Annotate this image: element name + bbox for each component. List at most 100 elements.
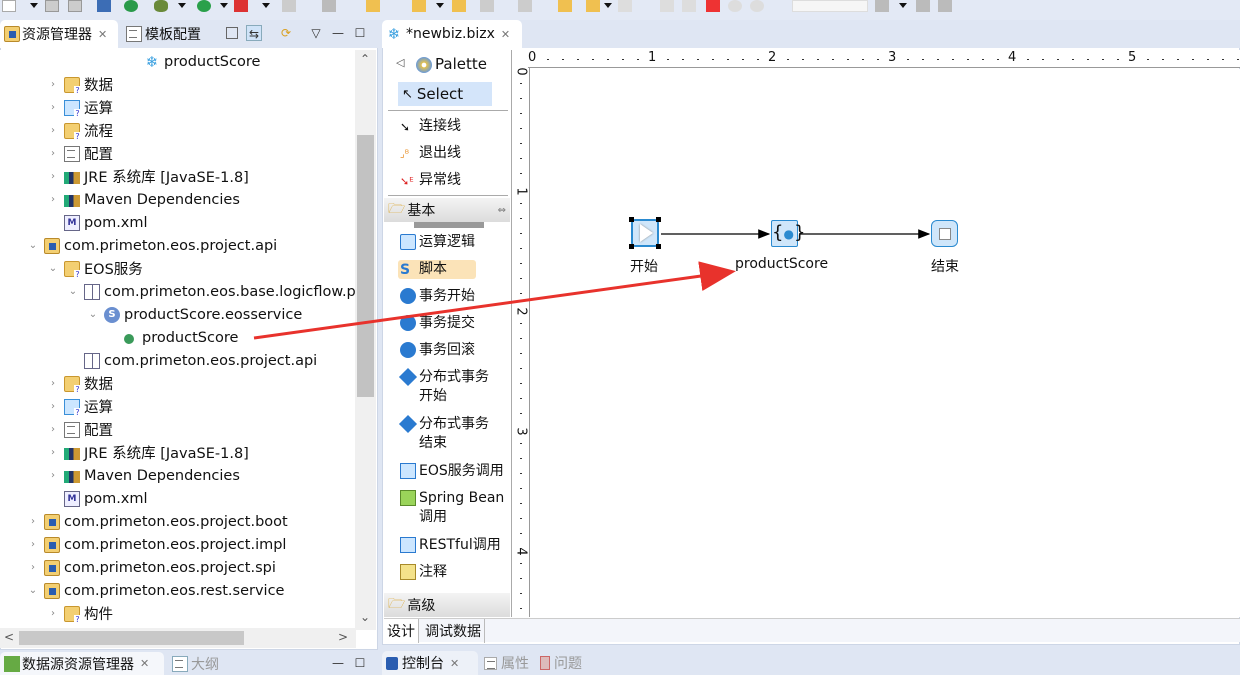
tree-item[interactable]: › 运算	[46, 395, 113, 418]
run-server-icon[interactable]	[124, 0, 138, 12]
maximize-icon[interactable]: ☐	[352, 25, 368, 41]
new-file-icon[interactable]	[2, 0, 16, 12]
tree-item[interactable]: › JRE 系统库 [JavaSE-1.8]	[46, 441, 249, 464]
tree-item[interactable]: › com.primeton.eos.project.spi	[26, 556, 276, 579]
collapse-icon[interactable]: ⌄	[86, 309, 100, 320]
scroll-right-icon[interactable]: >	[338, 630, 348, 644]
drawer-layout-icon[interactable]: ⇔	[498, 205, 506, 216]
palette-item[interactable]: 分布式事务 开始	[398, 367, 489, 406]
palette-item[interactable]: 事务回滚	[400, 341, 475, 360]
open-folder-icon[interactable]	[366, 0, 380, 12]
zoom-combo[interactable]	[792, 0, 868, 12]
tree-item[interactable]: › Maven Dependencies	[46, 464, 240, 487]
scroll-down-icon[interactable]: ⌄	[360, 610, 370, 624]
scroll-left-icon[interactable]: <	[4, 630, 14, 644]
expand-icon[interactable]: ›	[46, 401, 60, 412]
tree-item[interactable]: › com.primeton.eos.project.boot	[26, 510, 288, 533]
tree-item[interactable]: › 运算	[46, 96, 113, 119]
zoom-in-icon[interactable]	[728, 0, 742, 12]
tree-item[interactable]: com.primeton.eos.project.api	[66, 349, 317, 372]
tree-item[interactable]: ⌄ SproductScore.eosservice	[86, 303, 302, 326]
end-node[interactable]	[931, 220, 958, 247]
expand-icon[interactable]: ›	[46, 79, 60, 90]
zoom-out-icon[interactable]	[750, 0, 764, 12]
expand-icon[interactable]: ›	[26, 562, 40, 573]
console-toolbar-icon[interactable]	[97, 0, 111, 12]
palette-item[interactable]: 事务开始	[400, 287, 475, 306]
selection-handle[interactable]	[656, 217, 661, 222]
close-icon[interactable]: ✕	[450, 657, 459, 670]
tree-item[interactable]: ⌄ com.primeton.eos.base.logicflow.p	[66, 280, 356, 303]
tree-item[interactable]: › Maven Dependencies	[46, 188, 240, 211]
palette-tool-exception-line[interactable]: ➘ᴱ 异常线	[400, 171, 461, 190]
tree-item[interactable]: Mpom.xml	[46, 487, 148, 510]
tree-item[interactable]: › 配置	[46, 418, 113, 441]
tree-item[interactable]: › 流程	[46, 119, 113, 142]
collapse-icon[interactable]: ⌄	[46, 263, 60, 274]
collapse-icon[interactable]: ⌄	[26, 585, 40, 596]
task-icon[interactable]	[480, 0, 494, 12]
minimize-icon[interactable]: —	[330, 25, 346, 41]
collapse-icon[interactable]: ⌄	[26, 240, 40, 251]
run-icon[interactable]	[197, 0, 211, 12]
tab-project-explorer[interactable]: 资源管理器 ✕	[0, 20, 118, 48]
open-type-icon[interactable]	[452, 0, 466, 12]
tree-item[interactable]: › 构件	[46, 602, 113, 625]
expand-icon[interactable]: ›	[46, 125, 60, 136]
tab-design[interactable]: 设计	[384, 619, 419, 643]
forward-icon[interactable]	[618, 0, 632, 12]
palette-item[interactable]: S 脚本	[398, 260, 476, 279]
expand-icon[interactable]: ›	[46, 171, 60, 182]
external-dropdown-icon[interactable]	[262, 3, 270, 8]
debug-icon[interactable]	[154, 0, 168, 12]
productScore-node[interactable]: {●}	[771, 220, 805, 247]
tab-datasource-explorer[interactable]: 数据源资源管理器 ✕	[0, 652, 164, 675]
sync-icon[interactable]: ⟳	[278, 25, 294, 41]
tree-item[interactable]: Mpom.xml	[46, 211, 148, 234]
collapse-icon[interactable]: ⌄	[66, 286, 80, 297]
expand-icon[interactable]: ›	[46, 424, 60, 435]
wand-dropdown-icon[interactable]	[436, 3, 444, 8]
new-dropdown-icon[interactable]	[30, 3, 38, 8]
tree-item[interactable]: › 数据	[46, 73, 113, 96]
save-icon[interactable]	[45, 0, 59, 12]
palette-item[interactable]: 注释	[400, 563, 447, 582]
delete-icon[interactable]	[706, 0, 720, 12]
tab-outline[interactable]: 大纲	[168, 652, 223, 675]
close-icon[interactable]: ✕	[140, 657, 149, 670]
selection-handle[interactable]	[656, 244, 661, 249]
collapse-palette-icon[interactable]: ◁	[396, 56, 404, 69]
vertical-scroll-thumb[interactable]	[357, 135, 374, 397]
drawer-advanced[interactable]: 🗁 高级	[384, 593, 510, 617]
layout-icon[interactable]	[875, 0, 889, 12]
drawer-scroll-up[interactable]	[414, 222, 484, 228]
collapse-all-icon[interactable]	[226, 27, 238, 39]
horizontal-scroll-thumb[interactable]	[19, 631, 244, 645]
tree-item[interactable]: › com.primeton.eos.project.impl	[26, 533, 286, 556]
back-icon[interactable]	[558, 0, 572, 12]
settings-icon[interactable]	[938, 0, 952, 12]
maximize-icon[interactable]: ☐	[352, 655, 368, 671]
tab-debug-data[interactable]: 调试数据	[422, 619, 485, 643]
start-node[interactable]	[631, 219, 659, 247]
palette-tool-connection[interactable]: ➘ 连接线	[400, 117, 461, 136]
diagram-canvas[interactable]: 开始 {●} productScore 结束	[531, 69, 1240, 617]
debug-dropdown-icon[interactable]	[178, 3, 186, 8]
expand-icon[interactable]: ›	[46, 148, 60, 159]
expand-icon[interactable]: ›	[46, 102, 60, 113]
editor-tab-newbiz[interactable]: ❄ *newbiz.bizx ✕	[382, 20, 522, 48]
palette-item[interactable]: 运算逻辑	[400, 233, 475, 252]
palette-item[interactable]: Spring Bean 调用	[400, 489, 504, 527]
scroll-up-icon[interactable]: ⌃	[360, 52, 370, 66]
step-icon[interactable]	[322, 0, 336, 12]
pin-icon[interactable]	[518, 0, 532, 12]
tree-item[interactable]: ⌄ com.primeton.eos.rest.service	[26, 579, 284, 602]
wand-icon[interactable]	[412, 0, 426, 12]
stop-icon[interactable]	[282, 0, 296, 12]
forward-edit-icon[interactable]	[586, 0, 600, 12]
tree-item[interactable]: productScore	[106, 326, 238, 349]
tab-problems[interactable]: 问题	[536, 651, 586, 675]
tab-template-config[interactable]: 模板配置	[122, 20, 222, 48]
close-icon[interactable]: ✕	[98, 28, 107, 41]
tree-item[interactable]: ⌄ com.primeton.eos.project.api	[26, 234, 277, 257]
